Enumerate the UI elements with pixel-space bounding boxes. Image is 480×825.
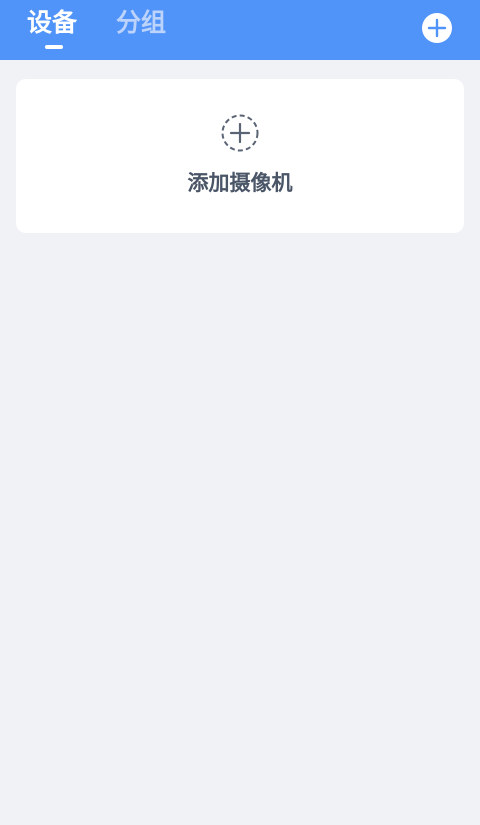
top-bar: 设备 分组 <box>0 0 480 60</box>
active-tab-indicator <box>45 45 63 49</box>
tab-groups[interactable]: 分组 <box>116 6 166 40</box>
app-screen: 设备 分组 添加摄像机 <box>0 0 480 825</box>
add-camera-label: 添加摄像机 <box>187 171 293 195</box>
add-button[interactable] <box>422 13 452 43</box>
add-camera-card[interactable]: 添加摄像机 <box>16 79 464 233</box>
plus-circle-icon <box>427 18 447 38</box>
dashed-plus-circle-icon <box>221 114 259 152</box>
tab-devices[interactable]: 设备 <box>27 6 77 40</box>
add-camera-icon-wrapper <box>220 113 260 153</box>
